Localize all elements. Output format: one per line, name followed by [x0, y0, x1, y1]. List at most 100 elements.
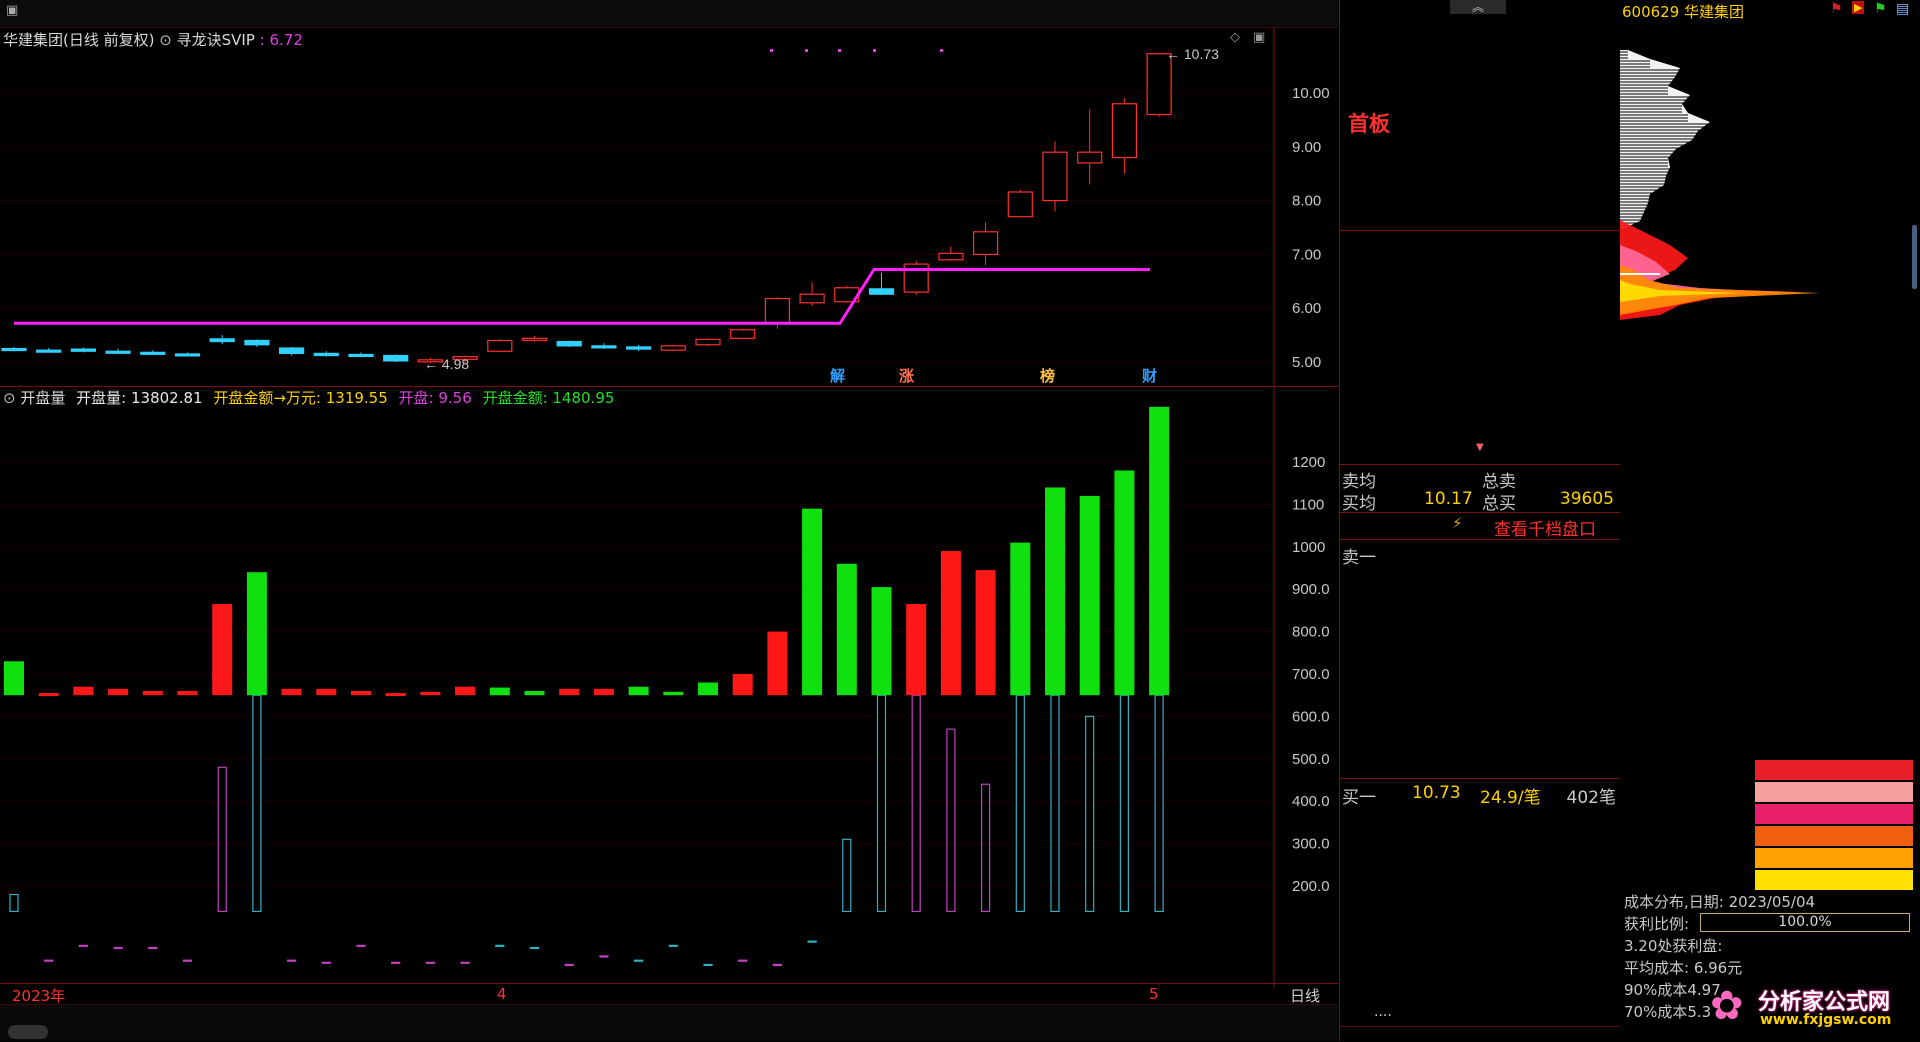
cost-legend-4[interactable]	[1755, 848, 1913, 868]
event-marker[interactable]: 财	[1142, 367, 1157, 385]
candle[interactable]	[660, 345, 686, 351]
candle[interactable]	[348, 353, 374, 358]
candle[interactable]	[1007, 191, 1033, 218]
open-volume-bar[interactable]	[1045, 487, 1065, 696]
flag-red-icon[interactable]: ⚑	[1830, 1, 1843, 17]
open-volume-bar[interactable]	[836, 563, 857, 696]
candle[interactable]	[625, 346, 652, 350]
open-volume-bar[interactable]	[4, 661, 24, 696]
open-volume-bar[interactable]	[732, 674, 753, 696]
open-volume-bar[interactable]	[663, 691, 684, 696]
cost-legend-0[interactable]	[1755, 760, 1913, 780]
cost-70: 70%成本5.3	[1624, 1003, 1712, 1021]
candle[interactable]	[1111, 103, 1138, 159]
amount-bar	[182, 959, 193, 962]
queue-more[interactable]: ....	[1374, 1004, 1392, 1020]
open-volume-bar[interactable]	[420, 691, 441, 696]
open-volume-bar[interactable]	[73, 686, 94, 696]
price-tick: 6.00	[1292, 300, 1321, 317]
toggle-switch[interactable]	[8, 1025, 48, 1039]
open-volume-bar[interactable]	[975, 570, 996, 696]
candle[interactable]	[764, 297, 791, 324]
candle[interactable]	[972, 231, 999, 256]
chip-distribution[interactable]	[1620, 30, 1920, 380]
candle[interactable]	[1042, 151, 1068, 202]
save-icon[interactable]: ▤	[1896, 1, 1909, 17]
open-volume-bar[interactable]	[1010, 542, 1031, 696]
candle[interactable]	[105, 350, 131, 354]
amount-bar	[772, 963, 783, 967]
amount-bar	[564, 963, 574, 967]
open-volume-bar[interactable]	[489, 687, 510, 696]
candle[interactable]	[1077, 151, 1103, 164]
candle[interactable]	[244, 339, 270, 346]
signal-dot	[770, 49, 773, 52]
amount-bar	[148, 946, 158, 950]
candle[interactable]	[174, 353, 201, 357]
open-volume-bar[interactable]	[1079, 495, 1100, 696]
candle[interactable]	[1, 347, 27, 352]
cost-legend-3[interactable]	[1755, 826, 1913, 846]
open-volume-bar[interactable]	[38, 693, 59, 697]
menu-icon[interactable]: ▣	[6, 3, 18, 18]
open-volume-bar[interactable]	[316, 688, 337, 696]
flag-green-icon[interactable]: ⚑	[1874, 1, 1887, 17]
thousand-depth-link[interactable]: 查看千档盘口	[1494, 515, 1596, 540]
open-volume-bar[interactable]	[698, 682, 718, 696]
open-volume-bar[interactable]	[802, 508, 823, 696]
open-volume-bar[interactable]	[593, 688, 614, 696]
candle[interactable]	[521, 337, 548, 341]
open-volume-bar[interactable]	[1114, 470, 1135, 696]
candle[interactable]	[868, 288, 895, 295]
bid-more-icon[interactable]: ▼	[1476, 442, 1484, 453]
chip-scrollbar[interactable]	[1912, 225, 1917, 289]
candle[interactable]	[313, 352, 339, 357]
date-start: 2023年	[12, 987, 66, 1005]
open-volume-bar[interactable]	[559, 688, 580, 696]
cost-legend-1[interactable]	[1755, 782, 1913, 802]
open-volume-bar[interactable]	[940, 551, 961, 696]
volume-tick: 900.0	[1292, 581, 1330, 598]
event-marker[interactable]: 涨	[899, 367, 914, 385]
open-volume-bar[interactable]	[246, 572, 267, 696]
candle[interactable]	[938, 252, 964, 261]
open-volume-bar[interactable]	[177, 690, 198, 696]
open-volume-bar[interactable]	[455, 686, 476, 696]
kline-chart[interactable]: 10.00 9.00 8.00 7.00 6.00 5.00 ← 10.73 ← 4.98 解 涨…	[0, 28, 1338, 386]
amount-bar	[807, 940, 817, 943]
collapse-icon[interactable]: ︽	[1450, 0, 1506, 14]
open-volume-bar[interactable]	[108, 688, 129, 696]
open-volume-bar[interactable]	[767, 631, 788, 696]
event-marker[interactable]: 榜	[1040, 367, 1055, 385]
volume-chart[interactable]: 1200 1100 1000 900.0 800.0 700.0 600.0 500.0 400…	[0, 387, 1338, 987]
candle[interactable]	[591, 345, 617, 349]
candle[interactable]	[695, 338, 721, 346]
open-volume-bar[interactable]	[281, 688, 302, 696]
event-marker[interactable]: 解	[830, 367, 845, 385]
candle[interactable]	[556, 340, 582, 347]
open-volume-bar[interactable]	[351, 690, 371, 696]
open-volume-bar[interactable]	[524, 690, 545, 696]
play-icon[interactable]: ▶	[1852, 1, 1865, 14]
open-volume-bar[interactable]	[142, 690, 163, 696]
candle[interactable]	[279, 347, 305, 354]
candle[interactable]	[383, 354, 409, 362]
candle[interactable]	[799, 293, 825, 304]
candle[interactable]	[730, 329, 756, 339]
bottom-tabs	[0, 1025, 1338, 1041]
cost-legend-5[interactable]	[1755, 870, 1913, 890]
candle[interactable]	[70, 348, 97, 352]
cost-legend-2[interactable]	[1755, 804, 1913, 824]
open-volume-bar[interactable]	[212, 604, 233, 696]
open-volume-bar[interactable]	[628, 686, 649, 696]
candle[interactable]	[36, 349, 62, 353]
candle[interactable]	[140, 351, 166, 355]
candle[interactable]	[209, 338, 235, 343]
indicator-tabs	[0, 1004, 1338, 1025]
open-volume-bar[interactable]	[906, 604, 927, 696]
candle[interactable]	[487, 339, 513, 352]
candle[interactable]	[1146, 53, 1172, 116]
open-volume-bar[interactable]	[385, 693, 406, 697]
open-volume-bar[interactable]	[1149, 406, 1170, 696]
open-volume-bar[interactable]	[871, 587, 892, 696]
